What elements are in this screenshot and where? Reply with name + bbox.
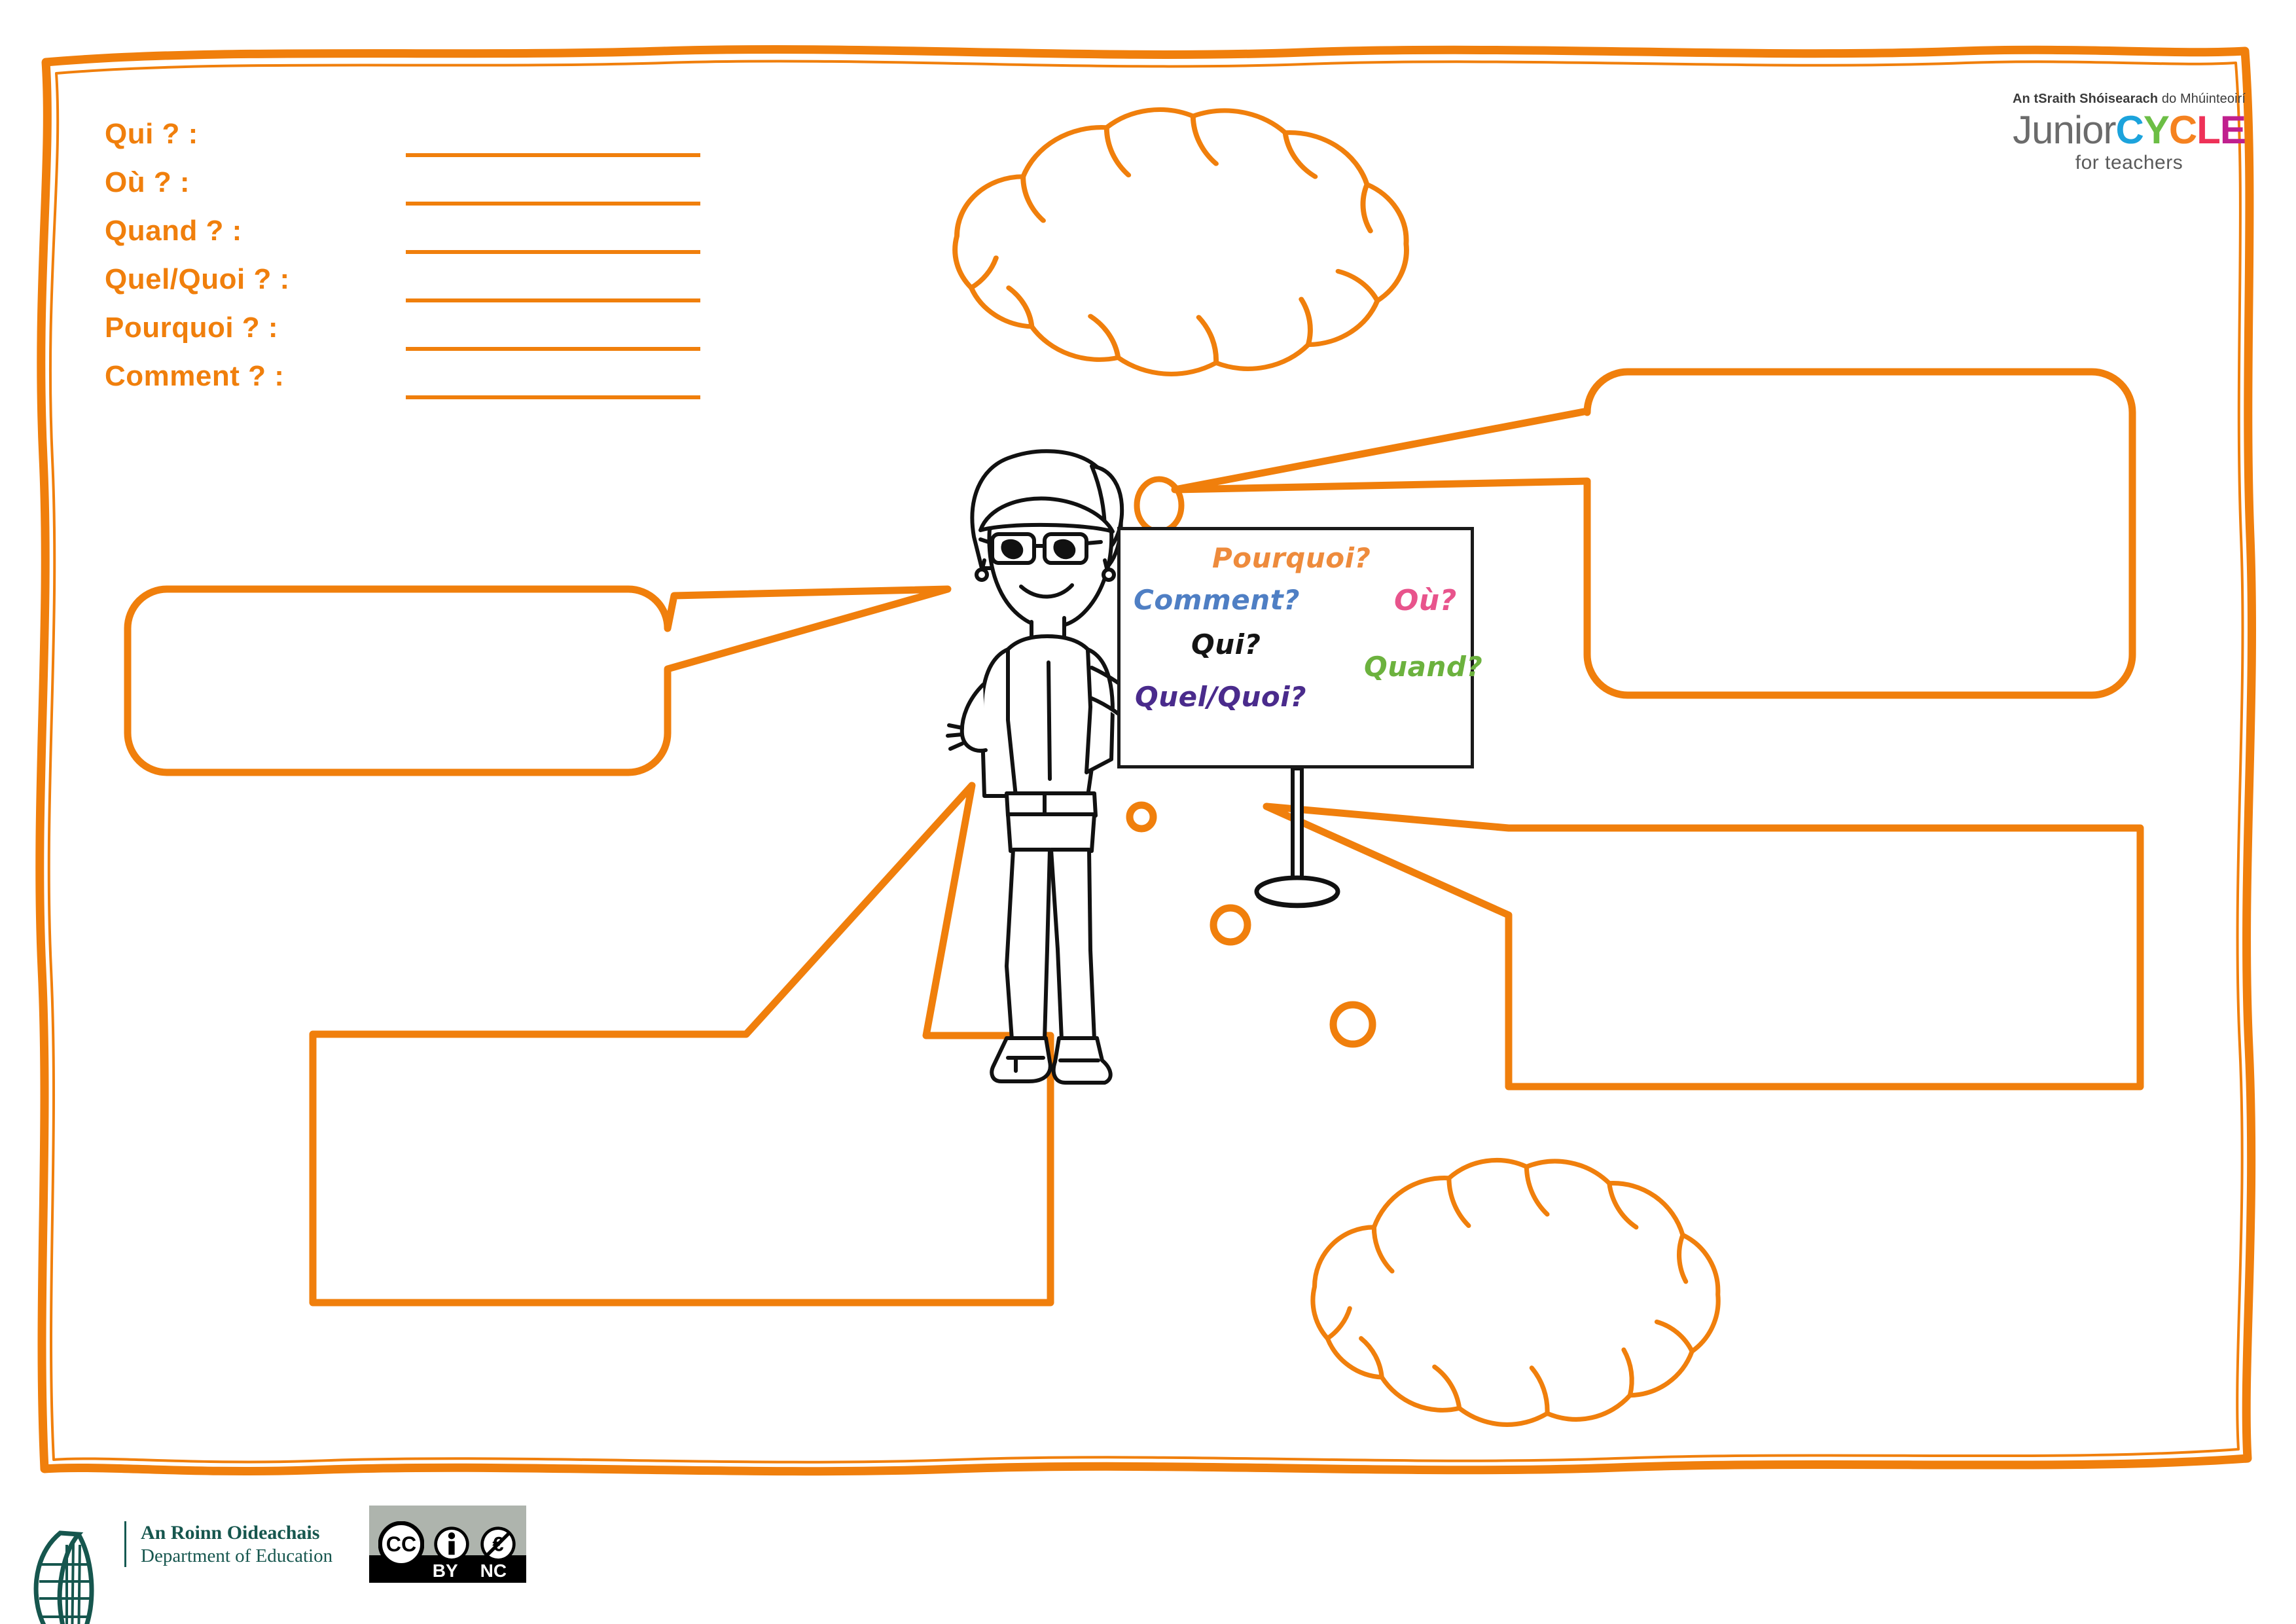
- speech-bubble-left[interactable]: [124, 585, 952, 776]
- cc-badge-labels: BY NC: [369, 1561, 526, 1581]
- government-logo: An Roinn Oideachais Department of Educat…: [26, 1479, 332, 1610]
- answer-line[interactable]: [406, 153, 700, 157]
- answer-line[interactable]: [406, 250, 700, 254]
- thought-cloud-bottom[interactable]: [1313, 1161, 1718, 1425]
- harp-emblem-spacer: [26, 1479, 110, 1610]
- logo-irish-light: do Mhúinteoirí: [2158, 92, 2246, 106]
- question-label: Pourquoi ? :: [105, 312, 279, 344]
- logo-irish-bold: An tSraith Shóisearach: [2012, 92, 2159, 106]
- question-row: Quand ? :: [105, 215, 838, 263]
- question-row: Qui ? :: [105, 118, 838, 166]
- junior-cycle-logo: An tSraith Shóisearach do Mhúinteoirí Ju…: [1998, 92, 2260, 174]
- svg-text:CC: CC: [386, 1532, 417, 1556]
- logo-word-cycle: CYCLE: [2116, 108, 2246, 152]
- question-row: Comment ? :: [105, 360, 838, 408]
- question-label: Comment ? :: [105, 360, 285, 392]
- question-label: Qui ? :: [105, 118, 198, 150]
- worksheet-canvas: Qui ? : Où ? : Quand ? : Quel/Quoi ? : P…: [0, 0, 2296, 1624]
- logo-cycle-letter: C: [2168, 108, 2197, 152]
- whiteboard: Pourquoi? Comment? Où? Qui? Quand? Quel/…: [1117, 527, 1482, 768]
- whiteboard-word-pourquoi: Pourquoi?: [1212, 542, 1371, 574]
- whiteboard-word-quand: Quand?: [1364, 651, 1483, 683]
- question-label: Quel/Quoi ? :: [105, 263, 290, 295]
- answer-line[interactable]: [406, 202, 700, 206]
- government-logo-text: An Roinn Oideachais Department of Educat…: [124, 1521, 332, 1567]
- cc-nc-label: NC: [480, 1561, 507, 1581]
- logo-irish-tagline: An tSraith Shóisearach do Mhúinteoirí: [1998, 92, 2260, 107]
- question-label: Où ? :: [105, 166, 190, 198]
- question-label: Quand ? :: [105, 215, 242, 247]
- gov-irish-name: An Roinn Oideachais: [141, 1522, 320, 1544]
- logo-word-junior: Junior: [2013, 108, 2116, 152]
- whiteboard-word-qui: Qui?: [1191, 628, 1261, 660]
- question-row: Quel/Quoi ? :: [105, 263, 838, 312]
- logo-subtagline: for teachers: [2075, 152, 2183, 173]
- attribution-person-icon: [434, 1526, 469, 1562]
- answer-line[interactable]: [406, 395, 700, 399]
- logo-wordmark: JuniorCYCLE: [1998, 109, 2260, 151]
- gov-english-name: Department of Education: [141, 1545, 333, 1566]
- decorative-circles: [1126, 801, 1376, 1048]
- speech-bubble-bottom-left[interactable]: [309, 782, 1054, 1307]
- logo-cycle-letter: E: [2219, 108, 2246, 152]
- non-commercial-euro-icon: €: [480, 1526, 516, 1562]
- answer-line[interactable]: [406, 298, 700, 302]
- whiteboard-stand: [1254, 767, 1340, 909]
- logo-cycle-letter: Y: [2143, 108, 2170, 152]
- whiteboard-word-quelquoi: Quel/Quoi?: [1135, 681, 1307, 713]
- creative-commons-badge[interactable]: CC € BY NC: [369, 1506, 527, 1583]
- logo-cycle-letter: C: [2115, 108, 2144, 152]
- whiteboard-word-comment: Comment?: [1134, 584, 1300, 616]
- speech-bubble-mid-right[interactable]: [1263, 803, 2144, 1091]
- answer-line[interactable]: [406, 347, 700, 351]
- footer: An Roinn Oideachais Department of Educat…: [26, 1479, 527, 1610]
- logo-cycle-letter: L: [2197, 108, 2221, 152]
- question-row: Où ? :: [105, 166, 838, 215]
- whiteboard-word-ou: Où?: [1394, 584, 1457, 617]
- question-row: Pourquoi ? :: [105, 312, 838, 360]
- cc-by-label: BY: [432, 1561, 458, 1581]
- question-prompt-list: Qui ? : Où ? : Quand ? : Quel/Quoi ? : P…: [105, 118, 838, 408]
